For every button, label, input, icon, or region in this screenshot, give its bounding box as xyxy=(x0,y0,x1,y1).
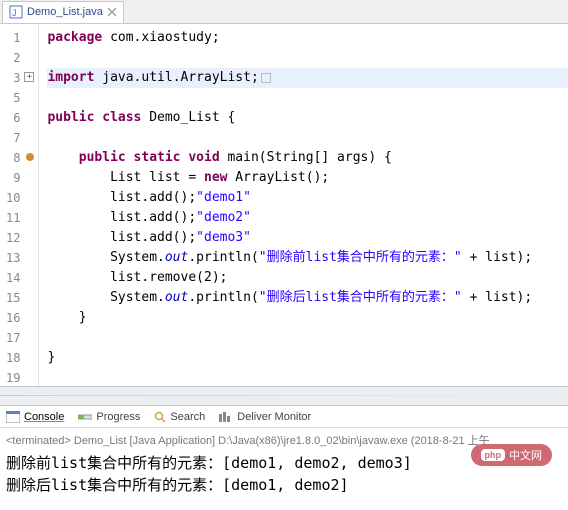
console-line: 删除后list集合中所有的元素：[demo1, demo2] xyxy=(6,474,562,496)
tab-progress[interactable]: Progress xyxy=(78,411,140,423)
code-line[interactable]: } xyxy=(47,308,568,328)
code-line[interactable] xyxy=(47,328,568,348)
monitor-icon xyxy=(219,412,233,422)
line-number: 12 xyxy=(6,228,20,248)
line-number-gutter: 123+5678910111213141516171819 xyxy=(0,24,39,386)
editor-tab-bar: J Demo_List.java xyxy=(0,0,568,24)
code-line[interactable] xyxy=(47,48,568,68)
line-number: 15 xyxy=(6,288,20,308)
close-icon[interactable] xyxy=(107,7,117,17)
line-number: 19 xyxy=(6,368,20,388)
code-line[interactable]: package com.xiaostudy; xyxy=(47,28,568,48)
code-editor[interactable]: 123+5678910111213141516171819 package co… xyxy=(0,24,568,386)
editor-tab-active[interactable]: J Demo_List.java xyxy=(2,1,124,23)
code-area[interactable]: package com.xiaostudy; import java.util.A… xyxy=(39,24,568,386)
line-number: 13 xyxy=(6,248,20,268)
watermark-text: 中文网 xyxy=(509,447,542,463)
line-number: 16 xyxy=(6,308,20,328)
tab-console[interactable]: Console xyxy=(6,411,64,423)
fold-toggle-icon[interactable]: + xyxy=(24,72,34,82)
editor-tab-title: Demo_List.java xyxy=(27,6,103,18)
line-number: 14 xyxy=(6,268,20,288)
line-number: 2 xyxy=(6,48,20,68)
code-line[interactable]: public class Demo_List { xyxy=(47,108,568,128)
line-number: 6 xyxy=(6,108,20,128)
tab-progress-label: Progress xyxy=(96,411,140,423)
warning-marker-icon[interactable] xyxy=(26,153,34,161)
code-line[interactable] xyxy=(47,88,568,108)
line-number: 1 xyxy=(6,28,20,48)
code-line[interactable]: list.add();"demo1" xyxy=(47,188,568,208)
java-file-icon: J xyxy=(9,5,23,19)
code-line[interactable]: List list = new ArrayList(); xyxy=(47,168,568,188)
line-number: 3+ xyxy=(6,68,20,88)
code-line[interactable]: public static void main(String[] args) { xyxy=(47,148,568,168)
tab-search[interactable]: Search xyxy=(154,411,205,423)
line-number: 10 xyxy=(6,188,20,208)
pane-divider[interactable] xyxy=(0,386,568,406)
svg-text:J: J xyxy=(12,8,17,18)
line-number: 17 xyxy=(6,328,20,348)
code-line[interactable]: } xyxy=(47,348,568,368)
line-number: 11 xyxy=(6,208,20,228)
code-line[interactable]: System.out.println("删除后list集合中所有的元素：" + … xyxy=(47,288,568,308)
bottom-panel-tabs: Console Progress Search Deliver Monitor xyxy=(0,406,568,428)
watermark-badge: 中文网 xyxy=(471,444,553,466)
line-number: 18 xyxy=(6,348,20,368)
code-line[interactable]: list.add();"demo2" xyxy=(47,208,568,228)
tab-console-label: Console xyxy=(24,411,64,423)
search-icon xyxy=(154,411,166,423)
code-line[interactable]: import java.util.ArrayList; xyxy=(47,68,568,88)
tab-monitor-label: Deliver Monitor xyxy=(237,411,311,423)
console-icon xyxy=(6,411,20,423)
code-line[interactable] xyxy=(47,128,568,148)
line-number: 7 xyxy=(6,128,20,148)
code-line[interactable]: list.add();"demo3" xyxy=(47,228,568,248)
line-number: 9 xyxy=(6,168,20,188)
code-line[interactable]: System.out.println("删除前list集合中所有的元素：" + … xyxy=(47,248,568,268)
progress-icon xyxy=(78,412,92,422)
folded-region-icon[interactable] xyxy=(261,73,271,83)
line-number: 5 xyxy=(6,88,20,108)
code-line[interactable] xyxy=(47,368,568,388)
tab-deliver-monitor[interactable]: Deliver Monitor xyxy=(219,411,311,423)
line-number: 8 xyxy=(6,148,20,168)
code-line[interactable]: list.remove(2); xyxy=(47,268,568,288)
tab-search-label: Search xyxy=(170,411,205,423)
